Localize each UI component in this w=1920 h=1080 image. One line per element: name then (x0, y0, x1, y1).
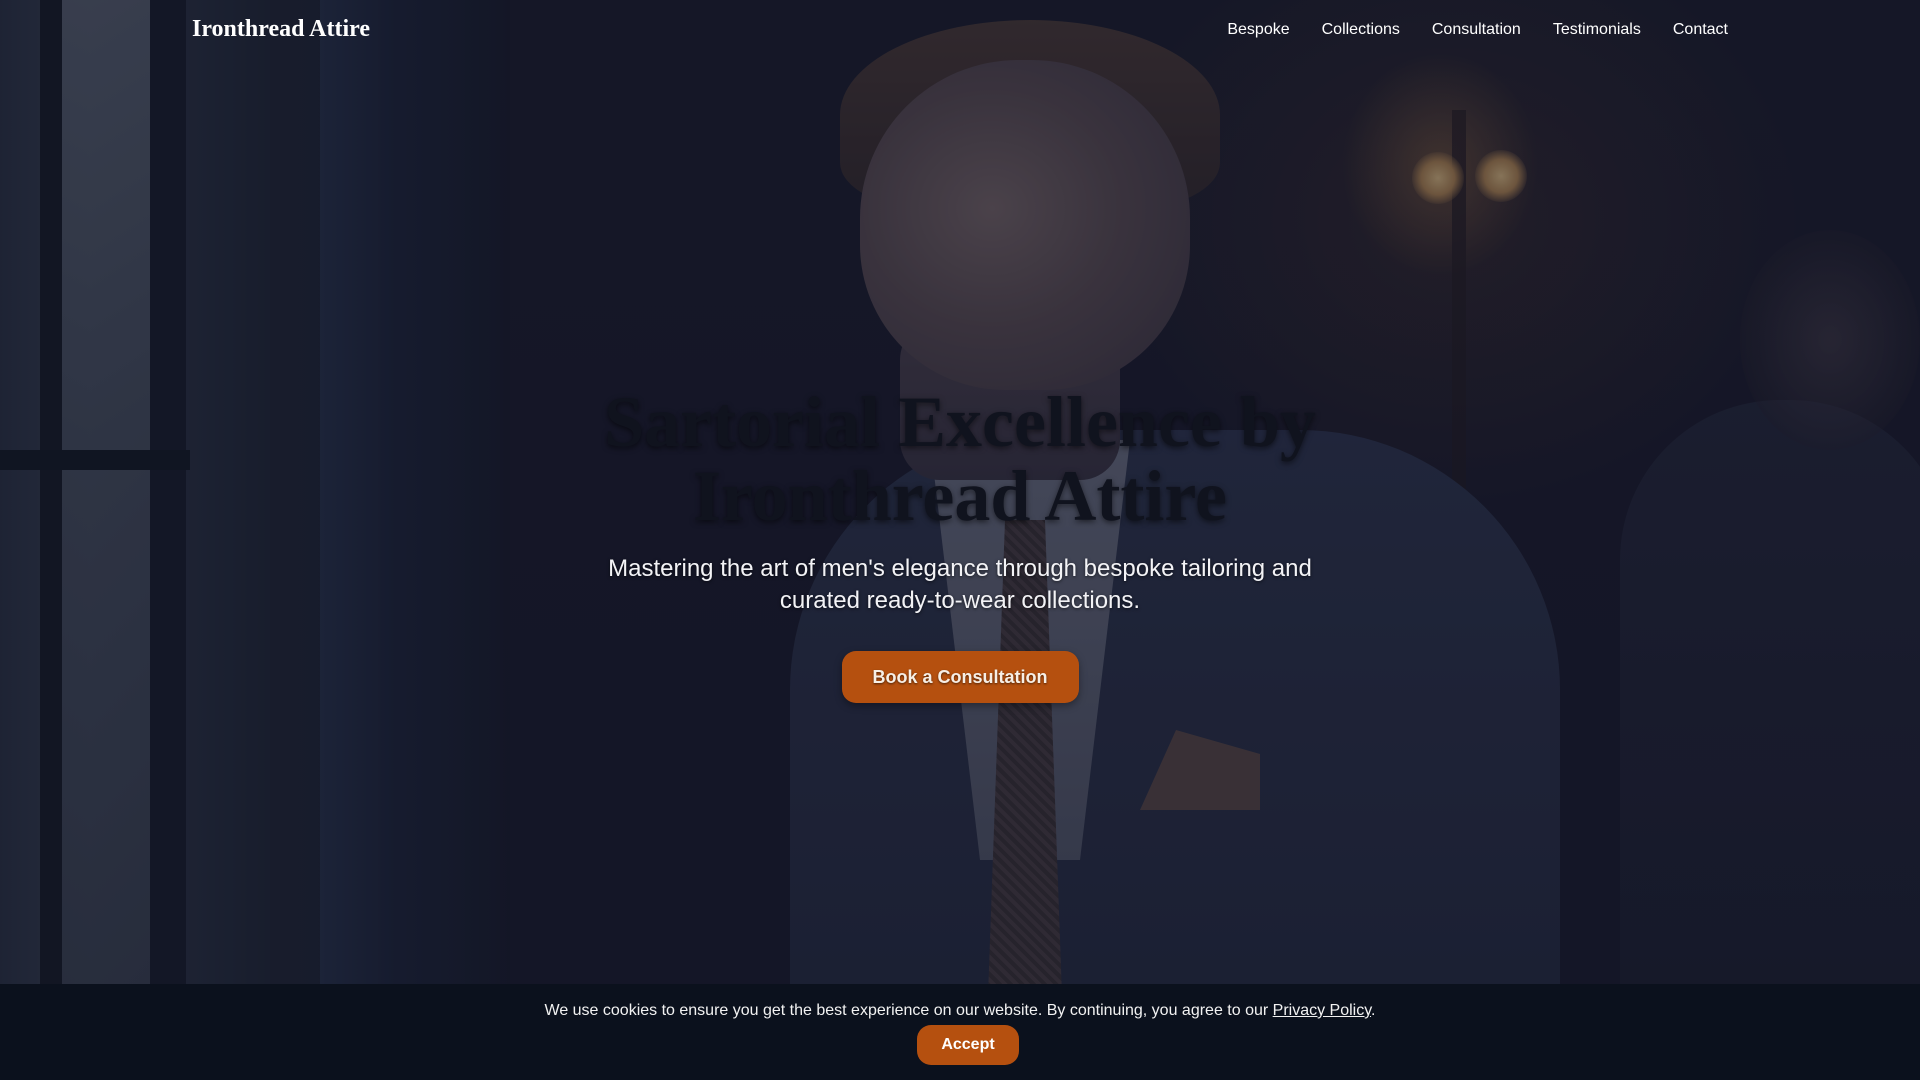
privacy-policy-link[interactable]: Privacy Policy (1273, 1002, 1371, 1019)
nav-item-bespoke: Bespoke (1227, 21, 1289, 39)
nav-item-contact: Contact (1673, 21, 1728, 39)
hero-title: Sartorial Excellence by Ironthread Attir… (604, 382, 1316, 536)
brand-logo[interactable]: Ironthread Attire (192, 16, 370, 43)
book-consultation-button[interactable]: Book a Consultation (841, 651, 1079, 703)
cookie-message-end: . (1371, 1002, 1376, 1019)
site-header: Ironthread Attire Bespoke Collections Co… (0, 0, 1920, 64)
nav-link-contact[interactable]: Contact (1673, 21, 1728, 38)
nav-link-consultation[interactable]: Consultation (1432, 21, 1521, 38)
nav-link-bespoke[interactable]: Bespoke (1227, 21, 1289, 38)
hero-subtitle: Mastering the art of men's elegance thro… (608, 555, 1312, 614)
hero-content: Sartorial Excellence by Ironthread Attir… (560, 385, 1360, 703)
nav-link-testimonials[interactable]: Testimonials (1553, 21, 1641, 38)
nav-link-collections[interactable]: Collections (1322, 21, 1400, 38)
cookie-message: We use cookies to ensure you get the bes… (0, 1002, 1920, 1020)
nav-item-testimonials: Testimonials (1553, 21, 1641, 39)
cookie-banner: We use cookies to ensure you get the bes… (0, 984, 1920, 1080)
nav-item-consultation: Consultation (1432, 21, 1521, 39)
cookie-message-text: We use cookies to ensure you get the bes… (544, 1002, 1273, 1019)
accept-cookies-button[interactable]: Accept (917, 1025, 1019, 1065)
nav-item-collections: Collections (1322, 21, 1400, 39)
main-nav: Bespoke Collections Consultation Testimo… (1227, 21, 1728, 39)
